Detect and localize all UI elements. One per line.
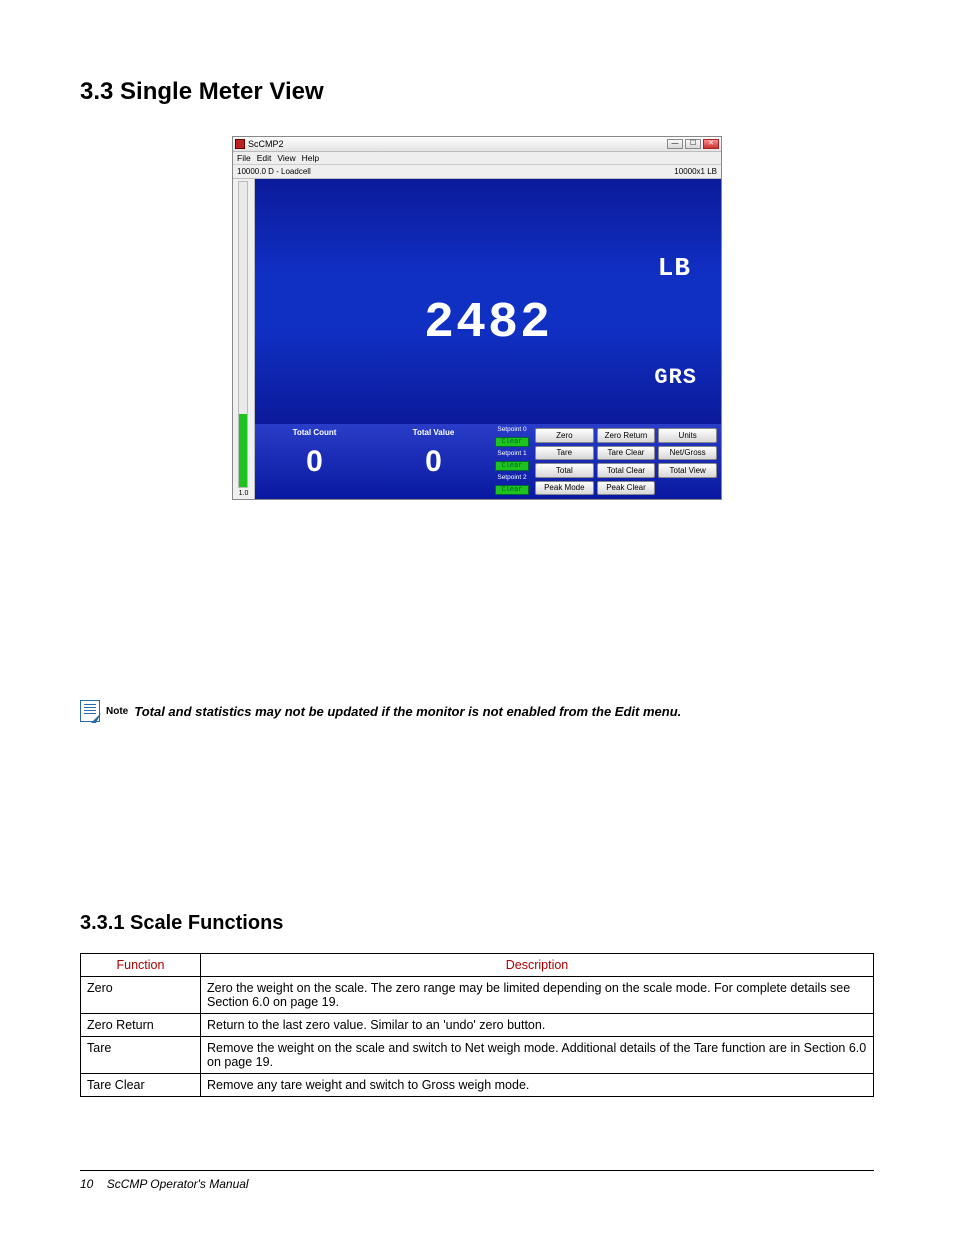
table-row: Zero Return Return to the last zero valu… xyxy=(81,1014,874,1037)
cell-function: Tare Clear xyxy=(81,1074,201,1097)
menu-bar: File Edit View Help xyxy=(233,152,721,165)
total-count-header: Total Count xyxy=(255,428,374,437)
table-header-function: Function xyxy=(81,954,201,977)
app-icon xyxy=(235,139,245,149)
total-count-value: 0 xyxy=(255,445,374,479)
empty-button-slot xyxy=(658,481,717,496)
cell-function: Zero Return xyxy=(81,1014,201,1037)
cell-function: Zero xyxy=(81,977,201,1014)
units-button[interactable]: Units xyxy=(658,428,717,443)
cell-description: Remove any tare weight and switch to Gro… xyxy=(201,1074,874,1097)
bottom-panel: Total Count 0 Total Value 0 Setpoint 0 C… xyxy=(255,424,721,499)
gauge-column: 1.0 xyxy=(233,179,255,499)
tab-bar: 10000.0 D - Loadcell 10000x1 LB xyxy=(233,165,721,179)
cell-description: Zero the weight on the scale. The zero r… xyxy=(201,977,874,1014)
tare-clear-button[interactable]: Tare Clear xyxy=(597,446,656,461)
window-titlebar: ScCMP2 — ☐ ✕ xyxy=(233,137,721,152)
total-value-block: Total Value 0 xyxy=(374,424,493,499)
total-clear-button[interactable]: Total Clear xyxy=(597,463,656,478)
menu-file[interactable]: File xyxy=(237,153,251,163)
resolution-label: 10000x1 LB xyxy=(674,167,717,176)
setpoint-1-label: Setpoint 1 xyxy=(493,451,531,458)
window-title: ScCMP2 xyxy=(248,139,284,149)
total-view-button[interactable]: Total View xyxy=(658,463,717,478)
cell-description: Return to the last zero value. Similar t… xyxy=(201,1014,874,1037)
footer-title: ScCMP Operator's Manual xyxy=(107,1177,249,1191)
setpoint-2-label: Setpoint 2 xyxy=(493,475,531,482)
cell-description: Remove the weight on the scale and switc… xyxy=(201,1037,874,1074)
display-value: 2482 xyxy=(255,295,721,352)
setpoint-2-clear[interactable]: Clear xyxy=(495,485,529,495)
setpoint-1-clear[interactable]: Clear xyxy=(495,461,529,471)
gauge-scale-label: 1.0 xyxy=(233,488,254,499)
cell-function: Tare xyxy=(81,1037,201,1074)
display-unit: LB xyxy=(658,253,691,283)
note-row: Note Total and statistics may not be upd… xyxy=(80,700,874,722)
zero-return-button[interactable]: Zero Return xyxy=(597,428,656,443)
page-number: 10 xyxy=(80,1177,93,1191)
gauge-bar xyxy=(238,181,248,488)
note-text: Total and statistics may not be updated … xyxy=(134,704,681,719)
total-button[interactable]: Total xyxy=(535,463,594,478)
zero-button[interactable]: Zero xyxy=(535,428,594,443)
table-row: Tare Remove the weight on the scale and … xyxy=(81,1037,874,1074)
peak-mode-button[interactable]: Peak Mode xyxy=(535,481,594,496)
note-icon xyxy=(80,700,100,722)
subsection-heading: 3.3.1 Scale Functions xyxy=(80,912,874,935)
total-value-value: 0 xyxy=(374,445,493,479)
button-grid: Zero Zero Return Units Tare Tare Clear N… xyxy=(531,424,721,499)
table-header-description: Description xyxy=(201,954,874,977)
table-row: Zero Zero the weight on the scale. The z… xyxy=(81,977,874,1014)
setpoint-0-clear[interactable]: Clear xyxy=(495,437,529,447)
menu-edit[interactable]: Edit xyxy=(257,153,272,163)
note-label: Note xyxy=(106,706,128,717)
display-mode: GRS xyxy=(654,365,697,390)
weight-display: LB 2482 GRS xyxy=(255,179,721,424)
peak-clear-button[interactable]: Peak Clear xyxy=(597,481,656,496)
total-count-block: Total Count 0 xyxy=(255,424,374,499)
minimize-icon[interactable]: — xyxy=(667,139,683,149)
total-value-header: Total Value xyxy=(374,428,493,437)
maximize-icon[interactable]: ☐ xyxy=(685,139,701,149)
tab-loadcell[interactable]: 10000.0 D - Loadcell xyxy=(237,167,311,176)
menu-view[interactable]: View xyxy=(277,153,295,163)
net-gross-button[interactable]: Net/Gross xyxy=(658,446,717,461)
setpoint-block: Setpoint 0 Clear Setpoint 1 Clear Setpoi… xyxy=(493,424,531,499)
table-row: Tare Clear Remove any tare weight and sw… xyxy=(81,1074,874,1097)
page-footer: 10 ScCMP Operator's Manual xyxy=(80,1170,874,1191)
section-heading: 3.3 Single Meter View xyxy=(80,78,874,106)
screenshot-window: ScCMP2 — ☐ ✕ File Edit View Help 10000.0… xyxy=(232,136,722,500)
menu-help[interactable]: Help xyxy=(302,153,319,163)
scale-functions-table: Function Description Zero Zero the weigh… xyxy=(80,953,874,1097)
setpoint-0-label: Setpoint 0 xyxy=(493,427,531,434)
close-icon[interactable]: ✕ xyxy=(703,139,719,149)
gauge-fill xyxy=(239,414,247,487)
tare-button[interactable]: Tare xyxy=(535,446,594,461)
